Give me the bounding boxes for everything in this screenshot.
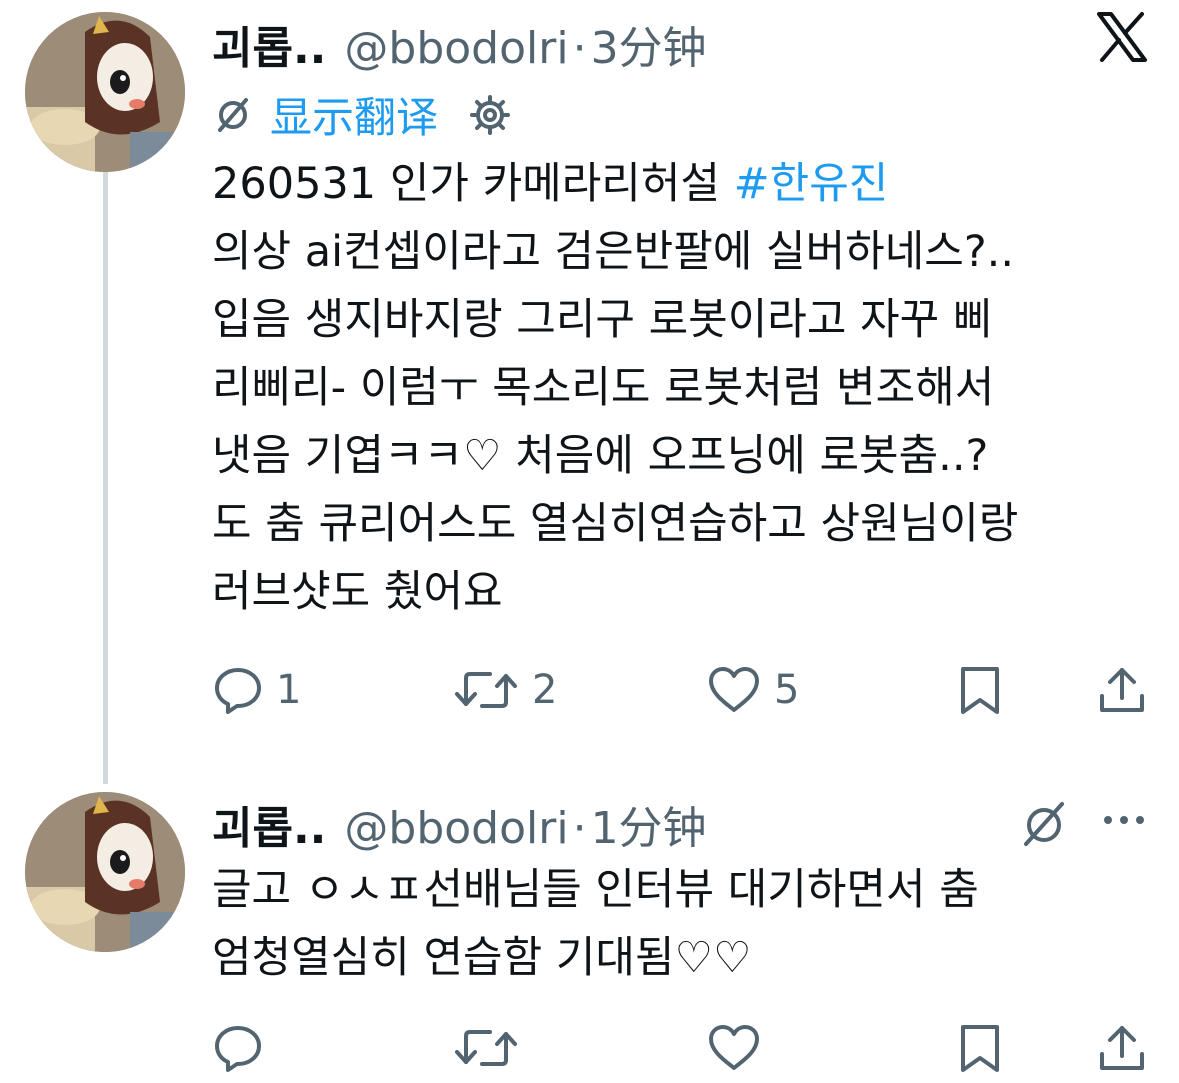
retweet-icon: [452, 664, 520, 716]
share-icon: [1096, 664, 1148, 716]
reply-count: 1: [276, 667, 302, 713]
tweet-actions: [212, 1018, 1152, 1078]
timestamp[interactable]: 1分钟: [591, 792, 707, 856]
show-translation-link[interactable]: 显示翻译: [270, 84, 438, 145]
like-icon: [706, 1022, 762, 1074]
tweet-text: 글고 ㅇㅅㅍ선배님들 인터뷰 대기하면서 춤엄청열심히 연습함 기대됨♡♡: [212, 856, 979, 992]
reply-icon: [212, 664, 264, 716]
tweet-text-line: 리삐리- 이럼ㅜ 목소리도 로봇처럼 변조해서: [212, 363, 995, 413]
author-handle[interactable]: @bbodolri: [344, 803, 568, 854]
share-button[interactable]: [1096, 1018, 1148, 1078]
avatar-image: [25, 792, 185, 952]
retweet-button[interactable]: 2: [452, 660, 557, 720]
x-logo-icon[interactable]: [1095, 10, 1149, 64]
reply-button[interactable]: [212, 1018, 264, 1078]
bookmark-button[interactable]: [956, 1018, 1004, 1078]
reply-button[interactable]: 1: [212, 660, 301, 720]
timestamp[interactable]: 3分钟: [591, 12, 707, 76]
separator-dot: ·: [572, 803, 587, 854]
reply-icon: [212, 1022, 264, 1074]
separator-dot: ·: [572, 23, 587, 74]
tweet-actions: 1 2 5: [212, 660, 1152, 720]
avatar[interactable]: [25, 12, 185, 172]
author-name[interactable]: 괴롭..: [212, 792, 326, 856]
translate-row: 显示翻译: [212, 84, 512, 145]
like-icon: [706, 664, 762, 716]
tweet-header: 괴롭.. @bbodolri · 1分钟: [212, 792, 707, 856]
tweet-text-line: 엄청열심히 연습함 기대됨♡♡: [212, 933, 752, 983]
like-button[interactable]: [706, 1018, 762, 1078]
tweet-text-line: 도 춤 큐리어스도 열심히연습하고 상원님이랑: [212, 499, 1019, 549]
tweet-text-line: 글고 ㅇㅅㅍ선배님들 인터뷰 대기하면서 춤: [212, 865, 979, 915]
gear-icon[interactable]: [468, 93, 512, 137]
translate-icon: [212, 94, 254, 136]
avatar-image: [25, 12, 185, 172]
author-handle[interactable]: @bbodolri: [344, 23, 568, 74]
retweet-button[interactable]: [452, 1018, 520, 1078]
thread-connector: [103, 172, 108, 784]
more-options-icon[interactable]: [1102, 808, 1146, 836]
tweet-text-line: 의상 ai컨셉이라고 검은반팔에 실버하네스?..: [212, 227, 1014, 277]
like-count: 5: [774, 667, 800, 713]
translate-icon[interactable]: [1018, 798, 1070, 854]
tweet-header: 괴롭.. @bbodolri · 3分钟: [212, 12, 707, 76]
share-button[interactable]: [1096, 660, 1148, 720]
tweet-text-line: 입음 생지바지랑 그리구 로봇이라고 자꾸 삐: [212, 295, 993, 345]
bookmark-icon: [956, 664, 1004, 716]
tweet-text-line: 냇음 기엽ㅋㅋ♡ 처음에 오프닝에 로봇춤..?: [212, 431, 989, 481]
share-icon: [1096, 1022, 1148, 1074]
bookmark-icon: [956, 1022, 1004, 1074]
tweet-text-line: 러브샷도 췄어요: [212, 567, 503, 617]
tweet-text: 260531 인가 카메라리허설 #한유진의상 ai컨셉이라고 검은반팔에 실버…: [212, 150, 1018, 626]
tweet-text-prefix: 260531 인가 카메라리허설: [212, 159, 734, 209]
author-name[interactable]: 괴롭..: [212, 12, 326, 76]
hashtag-link[interactable]: #한유진: [734, 159, 889, 209]
like-button[interactable]: 5: [706, 660, 799, 720]
tweet-text-line: 260531 인가 카메라리허설 #한유진: [212, 150, 1018, 218]
avatar[interactable]: [25, 792, 185, 952]
retweet-count: 2: [532, 667, 558, 713]
bookmark-button[interactable]: [956, 660, 1004, 720]
retweet-icon: [452, 1022, 520, 1074]
